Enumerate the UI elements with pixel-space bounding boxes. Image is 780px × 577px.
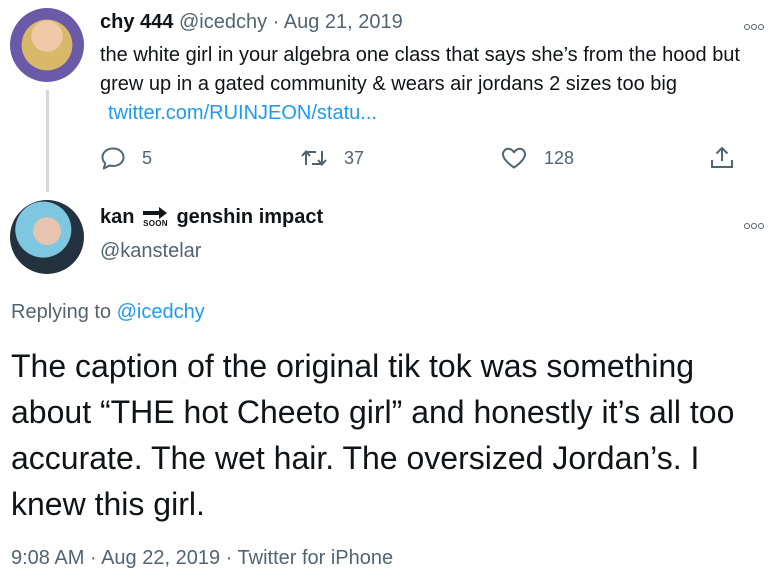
tweet1-display-name[interactable]: chy 444 — [100, 11, 173, 33]
tweet1-header: chy 444 @icedchy · Aug 21, 2019 — [100, 11, 403, 34]
tweet1-handle[interactable]: @icedchy — [179, 11, 267, 33]
soon-badge: SOON — [140, 207, 170, 228]
avatar-chy[interactable] — [10, 8, 84, 82]
reply-count: 5 — [142, 147, 153, 168]
tweet1-date[interactable]: Aug 21, 2019 — [284, 11, 403, 33]
soon-badge-text: SOON — [143, 219, 168, 228]
like-count: 128 — [544, 147, 575, 168]
replying-to-handle[interactable]: @icedchy — [117, 301, 205, 323]
tweet2-date[interactable]: Aug 22, 2019 — [101, 547, 220, 569]
replying-to-line: Replying to @icedchy — [11, 301, 205, 324]
tweet2-display-name[interactable]: kan SOON genshin impact — [100, 206, 323, 229]
retweet-count: 37 — [344, 147, 365, 168]
tweet1-text: the white girl in your algebra one class… — [100, 44, 740, 95]
soon-arrow-icon — [143, 207, 168, 219]
tweet2-text: The caption of the original tik tok was … — [11, 348, 735, 522]
retweet-button[interactable]: 37 — [300, 146, 364, 170]
share-button[interactable] — [708, 144, 752, 172]
tweet2-meta-sep1: · — [89, 547, 97, 569]
tweet2-more-icon[interactable] — [744, 216, 770, 229]
tweet2-meta: 9:08 AM · Aug 22, 2019 · Twitter for iPh… — [11, 547, 393, 570]
retweet-icon — [301, 149, 327, 167]
tweet2-time[interactable]: 9:08 AM — [11, 547, 84, 569]
like-icon — [502, 147, 526, 169]
tweet1-text-block: the white girl in your algebra one class… — [100, 41, 776, 128]
thread-line — [46, 90, 49, 192]
tweet1-separator: · — [272, 11, 280, 33]
tweet2-handle[interactable]: @kanstelar — [100, 240, 201, 263]
reply-icon — [101, 147, 125, 170]
tweet2-meta-sep2: · — [225, 547, 233, 569]
like-button[interactable]: 128 — [500, 146, 574, 170]
tweet1-link[interactable]: twitter.com/RUINJEON/statu... — [108, 102, 377, 124]
tweet1-more-icon[interactable] — [744, 17, 770, 30]
tweet2-source[interactable]: Twitter for iPhone — [238, 547, 394, 569]
share-icon — [711, 146, 733, 168]
reply-button[interactable]: 5 — [100, 146, 152, 170]
avatar-kan[interactable] — [10, 200, 84, 274]
replying-to-prefix: Replying to — [11, 301, 112, 323]
